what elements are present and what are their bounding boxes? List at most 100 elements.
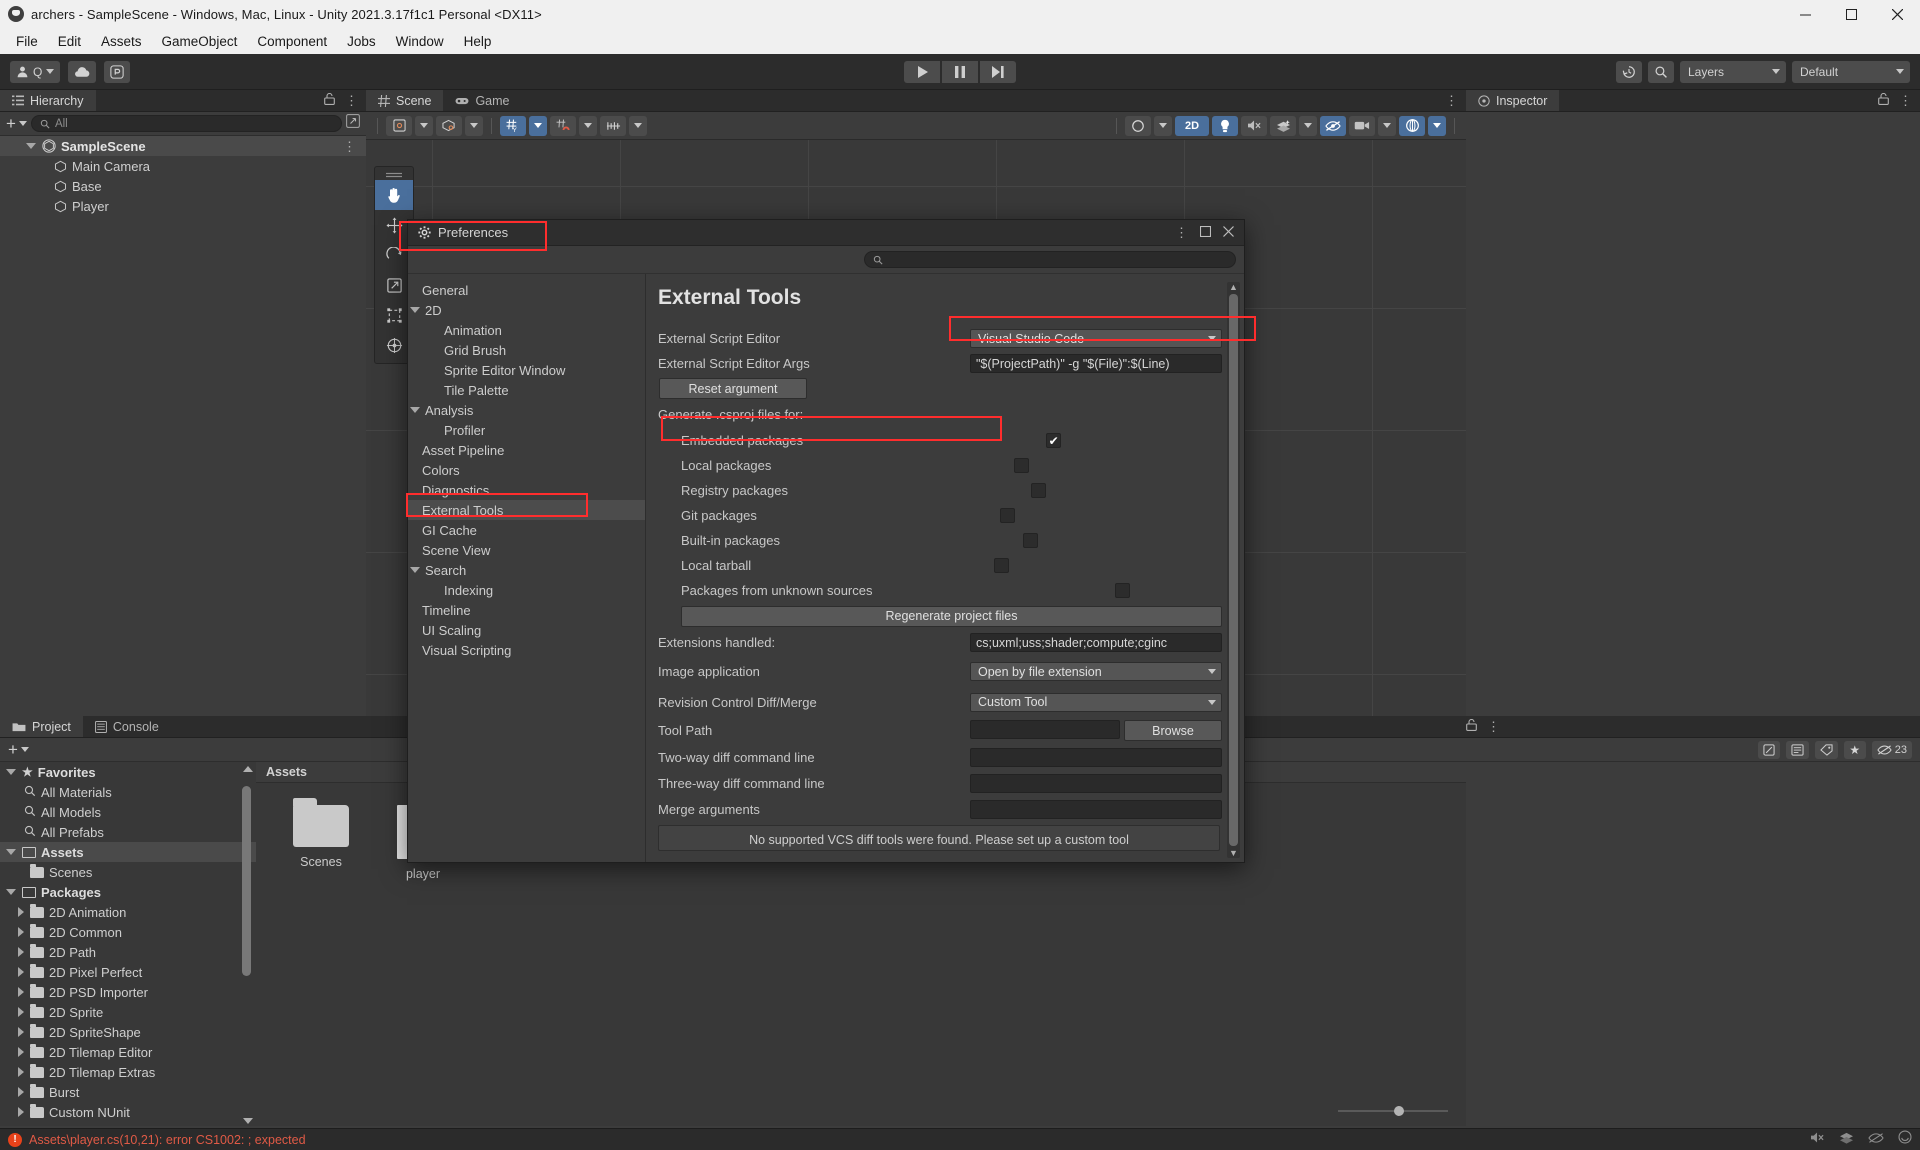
checkbox-row-embedded-packages[interactable]: Embedded packages ✔ xyxy=(658,428,1222,453)
chevron-down-icon[interactable] xyxy=(410,307,420,313)
hand-tool-icon[interactable] xyxy=(375,180,413,210)
checkbox-row-unknown-sources[interactable]: Packages from unknown sources xyxy=(658,578,1222,603)
browse-button[interactable]: Browse xyxy=(1124,720,1222,741)
regenerate-project-files-button[interactable]: Regenerate project files xyxy=(681,606,1222,627)
hidden-objects-button[interactable] xyxy=(1320,116,1346,136)
tree-item-packages[interactable]: Packages xyxy=(0,882,256,902)
gizmos-toggle-button[interactable] xyxy=(1399,116,1425,136)
lighting-toggle-button[interactable] xyxy=(1212,116,1238,136)
menu-file[interactable]: File xyxy=(6,31,48,52)
checkbox-row-local-tarball[interactable]: Local tarball xyxy=(658,553,1222,578)
step-button[interactable] xyxy=(980,61,1016,83)
nav-item-timeline[interactable]: Timeline xyxy=(408,600,645,620)
scene-camera-dropdown[interactable] xyxy=(1378,116,1396,136)
chevron-right-icon[interactable] xyxy=(18,947,24,957)
external-script-editor-args-input[interactable]: "$(ProjectPath)" -g "$(File)":$(Line) xyxy=(970,354,1222,373)
collab-button[interactable] xyxy=(104,61,130,83)
hierarchy-expand-icon[interactable] xyxy=(346,114,360,133)
chevron-down-icon[interactable] xyxy=(6,769,16,775)
local-tarball-checkbox[interactable] xyxy=(994,558,1009,573)
scrollbar-thumb[interactable] xyxy=(1229,294,1238,846)
tab-scene[interactable]: Scene xyxy=(366,90,443,111)
fx-toggle-button[interactable] xyxy=(1270,116,1296,136)
console-collapse-button[interactable] xyxy=(1786,741,1809,759)
slider-knob[interactable] xyxy=(1394,1106,1404,1116)
chevron-down-icon[interactable] xyxy=(6,849,16,855)
chevron-right-icon[interactable] xyxy=(18,1067,24,1077)
layers-dropdown[interactable]: Layers xyxy=(1680,61,1786,83)
nav-item-visual-scripting[interactable]: Visual Scripting xyxy=(408,640,645,660)
nav-item-indexing[interactable]: Indexing xyxy=(408,580,645,600)
toggle-2d-button[interactable]: 2D xyxy=(1175,116,1209,136)
project-tree-scrollbar[interactable] xyxy=(241,762,252,1126)
kebab-menu-icon[interactable]: ⋮ xyxy=(1899,94,1912,107)
tree-item-2d-tilemap-extras[interactable]: 2D Tilemap Extras xyxy=(0,1062,256,1082)
tree-item-2d-pixel-perfect[interactable]: 2D Pixel Perfect xyxy=(0,962,256,982)
hierarchy-item-samplescene[interactable]: SampleScene ⋮ xyxy=(0,136,366,156)
chevron-right-icon[interactable] xyxy=(18,1007,24,1017)
git-packages-checkbox[interactable] xyxy=(1000,508,1015,523)
menu-help[interactable]: Help xyxy=(454,31,502,52)
preferences-scrollbar[interactable]: ▲ ▼ xyxy=(1227,282,1240,858)
search-button[interactable] xyxy=(1648,61,1674,83)
nav-item-tile-palette[interactable]: Tile Palette xyxy=(408,380,645,400)
nav-item-animation[interactable]: Animation xyxy=(408,320,645,340)
hierarchy-search-input[interactable]: All xyxy=(31,115,342,132)
nav-item-2d[interactable]: 2D xyxy=(408,300,645,320)
cloud-button[interactable] xyxy=(68,61,96,83)
image-application-dropdown[interactable]: Open by file extension xyxy=(970,662,1222,681)
kebab-menu-icon[interactable]: ⋮ xyxy=(345,94,358,107)
checkbox-row-builtin-packages[interactable]: Built-in packages xyxy=(658,528,1222,553)
grid-snapping-button[interactable] xyxy=(550,116,576,136)
lock-icon[interactable] xyxy=(1878,92,1889,110)
reset-argument-button[interactable]: Reset argument xyxy=(659,378,807,399)
play-button[interactable] xyxy=(904,61,940,83)
hierarchy-item-player[interactable]: Player xyxy=(0,196,366,216)
snap-increment-button[interactable] xyxy=(600,116,626,136)
palette-drag-handle[interactable] xyxy=(375,170,413,180)
chevron-down-icon[interactable] xyxy=(26,143,36,149)
tree-item-burst[interactable]: Burst xyxy=(0,1082,256,1102)
tree-item-custom-nunit[interactable]: Custom NUnit xyxy=(0,1102,256,1122)
tree-item-2d-psd-importer[interactable]: 2D PSD Importer xyxy=(0,982,256,1002)
nav-item-sprite-editor-window[interactable]: Sprite Editor Window xyxy=(408,360,645,380)
checkbox-row-registry-packages[interactable]: Registry packages xyxy=(658,478,1222,503)
close-button[interactable] xyxy=(1874,0,1920,28)
tree-item-2d-animation[interactable]: 2D Animation xyxy=(0,902,256,922)
fx-dropdown[interactable] xyxy=(1299,116,1317,136)
merge-arguments-input[interactable] xyxy=(970,800,1222,819)
pivot-mode-button[interactable] xyxy=(386,116,412,136)
chevron-right-icon[interactable] xyxy=(18,1047,24,1057)
menu-assets[interactable]: Assets xyxy=(91,31,152,52)
account-button[interactable]: Q xyxy=(10,61,60,83)
create-asset-button[interactable]: + xyxy=(8,743,29,757)
pause-button[interactable] xyxy=(942,61,978,83)
nav-item-external-tools[interactable]: External Tools xyxy=(408,500,645,520)
chevron-down-icon[interactable] xyxy=(410,567,420,573)
tool-path-input[interactable] xyxy=(970,720,1120,739)
chevron-right-icon[interactable] xyxy=(18,927,24,937)
pivot-rotation-dropdown[interactable] xyxy=(465,116,483,136)
preferences-titlebar[interactable]: Preferences ⋮ xyxy=(408,220,1244,246)
menu-window[interactable]: Window xyxy=(386,31,454,52)
layout-dropdown[interactable]: Default xyxy=(1792,61,1910,83)
tab-console[interactable]: Console xyxy=(83,716,171,737)
embedded-packages-checkbox[interactable]: ✔ xyxy=(1046,433,1061,448)
tree-item-all-materials[interactable]: All Materials xyxy=(0,782,256,802)
scroll-up-icon[interactable]: ▲ xyxy=(1229,282,1238,292)
console-clear-button[interactable] xyxy=(1758,741,1780,759)
scene-camera-button[interactable] xyxy=(1349,116,1375,136)
nav-item-profiler[interactable]: Profiler xyxy=(408,420,645,440)
nav-item-search[interactable]: Search xyxy=(408,560,645,580)
mute-audio-icon[interactable] xyxy=(1810,1131,1825,1149)
accessibility-icon[interactable] xyxy=(1898,1130,1912,1149)
gizmos-dropdown[interactable] xyxy=(1428,116,1446,136)
kebab-menu-icon[interactable]: ⋮ xyxy=(343,140,366,153)
scrollbar-thumb[interactable] xyxy=(242,786,251,976)
asset-item-scenes[interactable]: Scenes xyxy=(284,805,358,881)
tab-project[interactable]: Project xyxy=(0,716,83,737)
console-favorite-button[interactable]: ★ xyxy=(1844,741,1866,759)
kebab-menu-icon[interactable]: ⋮ xyxy=(1175,226,1188,239)
scroll-down-icon[interactable] xyxy=(243,1118,253,1124)
add-gameobject-button[interactable]: + xyxy=(6,117,27,131)
